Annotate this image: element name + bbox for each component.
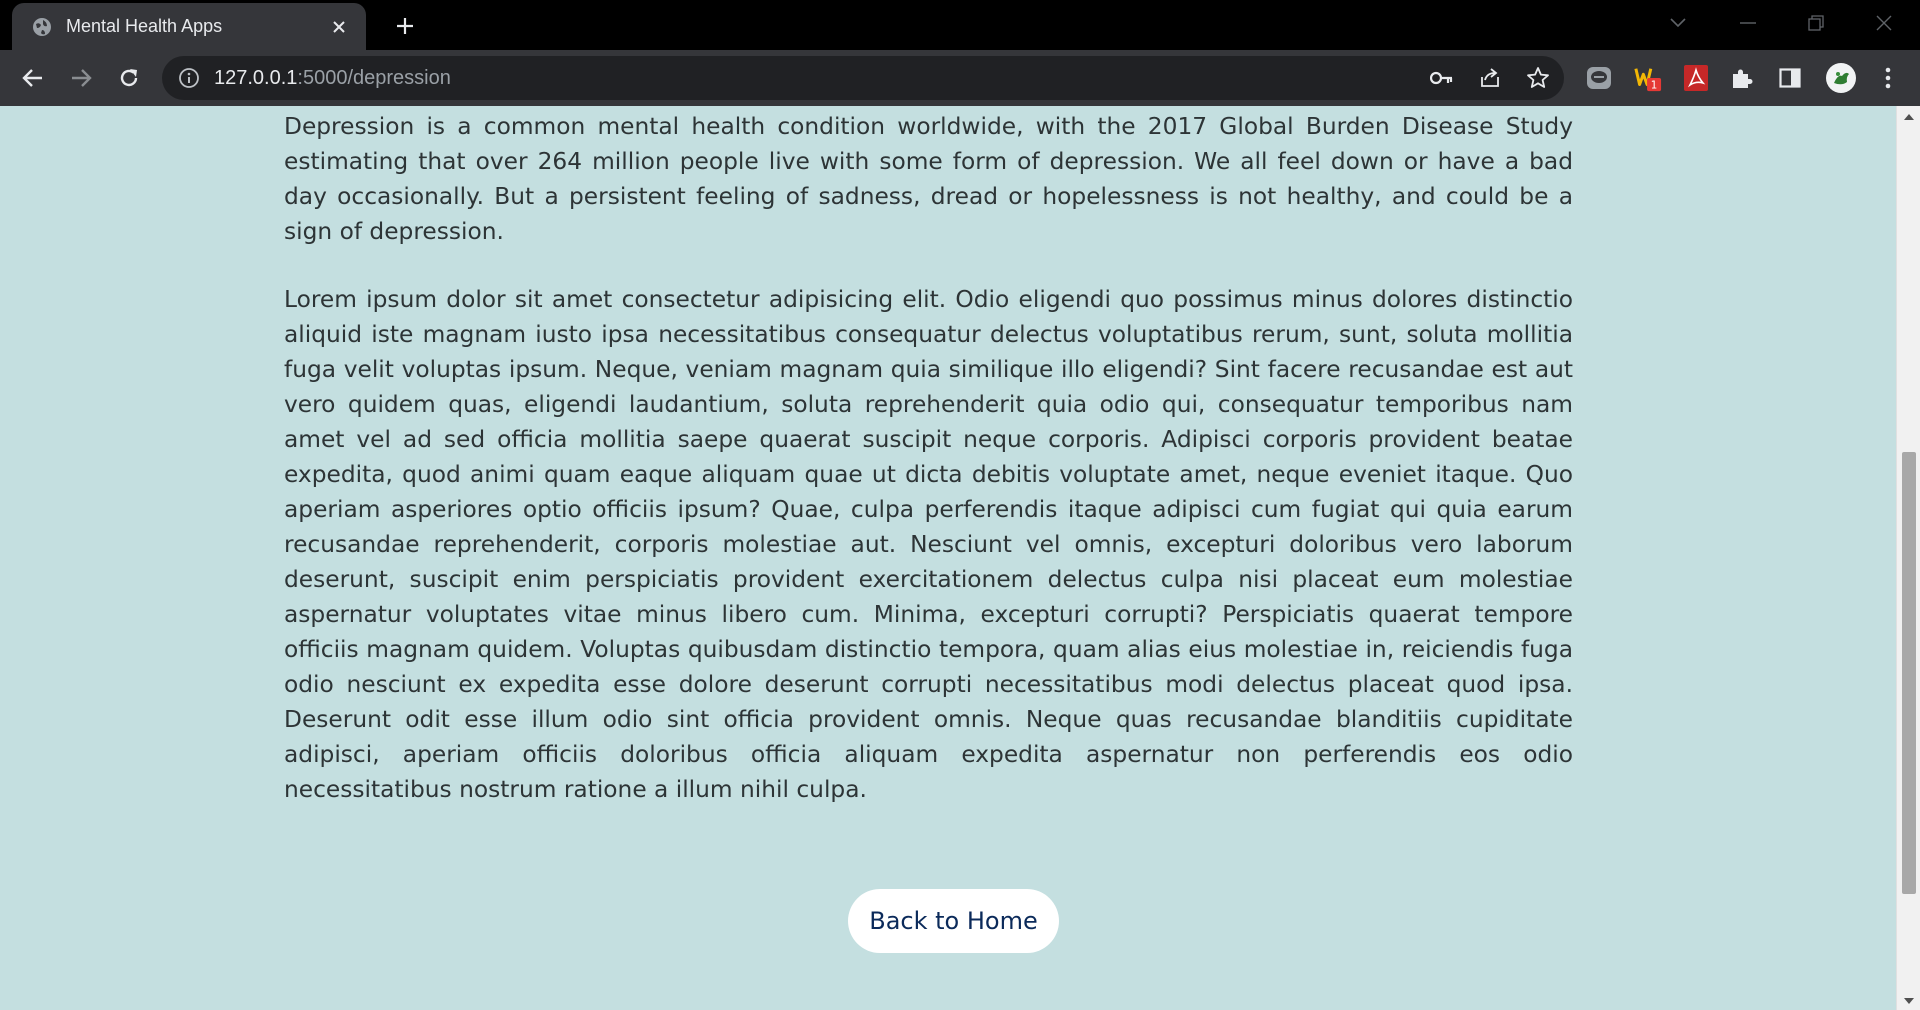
globe-icon (33, 17, 51, 36)
scroll-up-arrow-icon[interactable] (1897, 108, 1920, 126)
restore-icon[interactable] (1798, 8, 1834, 38)
more-vert-icon[interactable] (1874, 64, 1902, 92)
url-path: :5000/depression (297, 67, 451, 89)
body-paragraph: Lorem ipsum dolor sit amet consectetur a… (284, 286, 1573, 803)
url-host: 127.0.0.1 (214, 67, 298, 89)
side-panel-icon[interactable] (1776, 64, 1804, 92)
plus-icon[interactable] (391, 12, 419, 40)
tab-strip: Mental Health Apps (0, 0, 1920, 50)
line-extension-icon[interactable] (1585, 64, 1613, 92)
extension-badge: 1 (1651, 79, 1658, 91)
minimize-icon[interactable] (1730, 8, 1766, 38)
w-extension-icon[interactable]: 1 (1634, 64, 1662, 92)
back-arrow-icon[interactable] (16, 61, 50, 95)
page-viewport: Depression is a common mental health con… (0, 106, 1920, 1010)
tab-title: Mental Health Apps (66, 16, 223, 36)
scrollbar-thumb[interactable] (1902, 452, 1916, 894)
intro-paragraph: Depression is a common mental health con… (284, 113, 1573, 245)
article-content: Depression is a common mental health con… (284, 109, 1573, 807)
back-to-home-button[interactable]: Back to Home (848, 889, 1059, 953)
puzzle-icon[interactable] (1728, 64, 1756, 92)
close-window-icon[interactable] (1866, 8, 1902, 38)
browser-tab[interactable]: Mental Health Apps (12, 3, 366, 50)
info-icon[interactable] (178, 67, 200, 89)
close-icon[interactable] (328, 16, 350, 38)
pdf-extension-icon[interactable] (1682, 64, 1710, 92)
browser-toolbar: 127.0.0.1:5000/depression 1 (0, 50, 1920, 106)
key-icon[interactable] (1430, 66, 1454, 90)
tab-search-icon[interactable] (1660, 8, 1696, 38)
forward-arrow-icon[interactable] (64, 61, 98, 95)
url-text[interactable]: 127.0.0.1:5000/depression (214, 56, 451, 100)
reload-icon[interactable] (112, 61, 146, 95)
scroll-down-arrow-icon[interactable] (1897, 992, 1920, 1010)
star-icon[interactable] (1526, 66, 1550, 90)
address-bar[interactable]: 127.0.0.1:5000/depression (162, 56, 1564, 100)
profile-avatar-icon[interactable] (1824, 61, 1858, 95)
share-icon[interactable] (1478, 66, 1502, 90)
vertical-scrollbar[interactable] (1896, 106, 1920, 1010)
